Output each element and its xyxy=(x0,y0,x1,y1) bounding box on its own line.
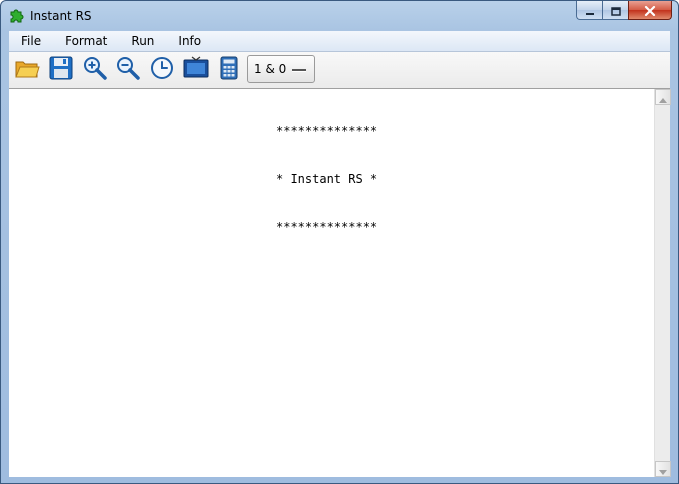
mode-toggle-button[interactable]: 1 & 0 xyxy=(247,55,315,83)
scroll-track[interactable] xyxy=(655,105,671,461)
title-bar[interactable]: Instant RS xyxy=(1,1,678,31)
close-icon xyxy=(644,1,656,20)
arrow-up-icon xyxy=(659,88,667,107)
mode-label: 1 & 0 xyxy=(254,62,287,76)
calculator-button[interactable] xyxy=(215,56,243,84)
output-line: * Instant RS * xyxy=(276,172,378,186)
arrow-down-icon xyxy=(659,460,667,479)
open-button[interactable] xyxy=(13,56,41,84)
maximize-icon xyxy=(610,1,621,20)
menu-file[interactable]: File xyxy=(9,31,53,51)
monitor-button[interactable] xyxy=(182,56,210,84)
calculator-icon xyxy=(219,56,239,84)
zoom-in-button[interactable] xyxy=(81,56,109,84)
scroll-down-button[interactable] xyxy=(655,461,671,477)
zoom-in-icon xyxy=(83,56,107,84)
toggle-indicator-icon xyxy=(292,69,306,71)
menu-info[interactable]: Info xyxy=(166,31,213,51)
monitor-icon xyxy=(183,56,209,84)
vertical-scrollbar[interactable] xyxy=(654,89,671,477)
close-button[interactable] xyxy=(628,1,672,20)
maximize-button[interactable] xyxy=(602,1,628,20)
open-folder-icon xyxy=(14,56,40,84)
toolbar: 1 & 0 xyxy=(9,52,670,89)
caption-buttons xyxy=(576,1,672,21)
output-line: ************** xyxy=(276,220,378,234)
menu-format[interactable]: Format xyxy=(53,31,119,51)
output-line: ************** xyxy=(276,124,378,138)
clock-button[interactable] xyxy=(148,56,176,84)
save-disk-icon xyxy=(49,56,73,84)
puzzle-piece-icon xyxy=(8,8,24,24)
menu-run[interactable]: Run xyxy=(119,31,166,51)
app-window: Instant RS File Format Run Info 1 & 0 **… xyxy=(0,0,679,484)
menu-bar: File Format Run Info xyxy=(9,31,670,52)
zoom-out-icon xyxy=(116,56,140,84)
save-button[interactable] xyxy=(47,56,75,84)
clock-icon xyxy=(150,56,174,84)
window-title: Instant RS xyxy=(30,9,92,23)
output-text: ************** * Instant RS * **********… xyxy=(276,91,377,267)
output-area[interactable]: ************** * Instant RS * **********… xyxy=(9,89,654,477)
minimize-icon xyxy=(585,1,595,20)
scroll-up-button[interactable] xyxy=(655,89,671,105)
minimize-button[interactable] xyxy=(576,1,602,20)
zoom-out-button[interactable] xyxy=(114,56,142,84)
